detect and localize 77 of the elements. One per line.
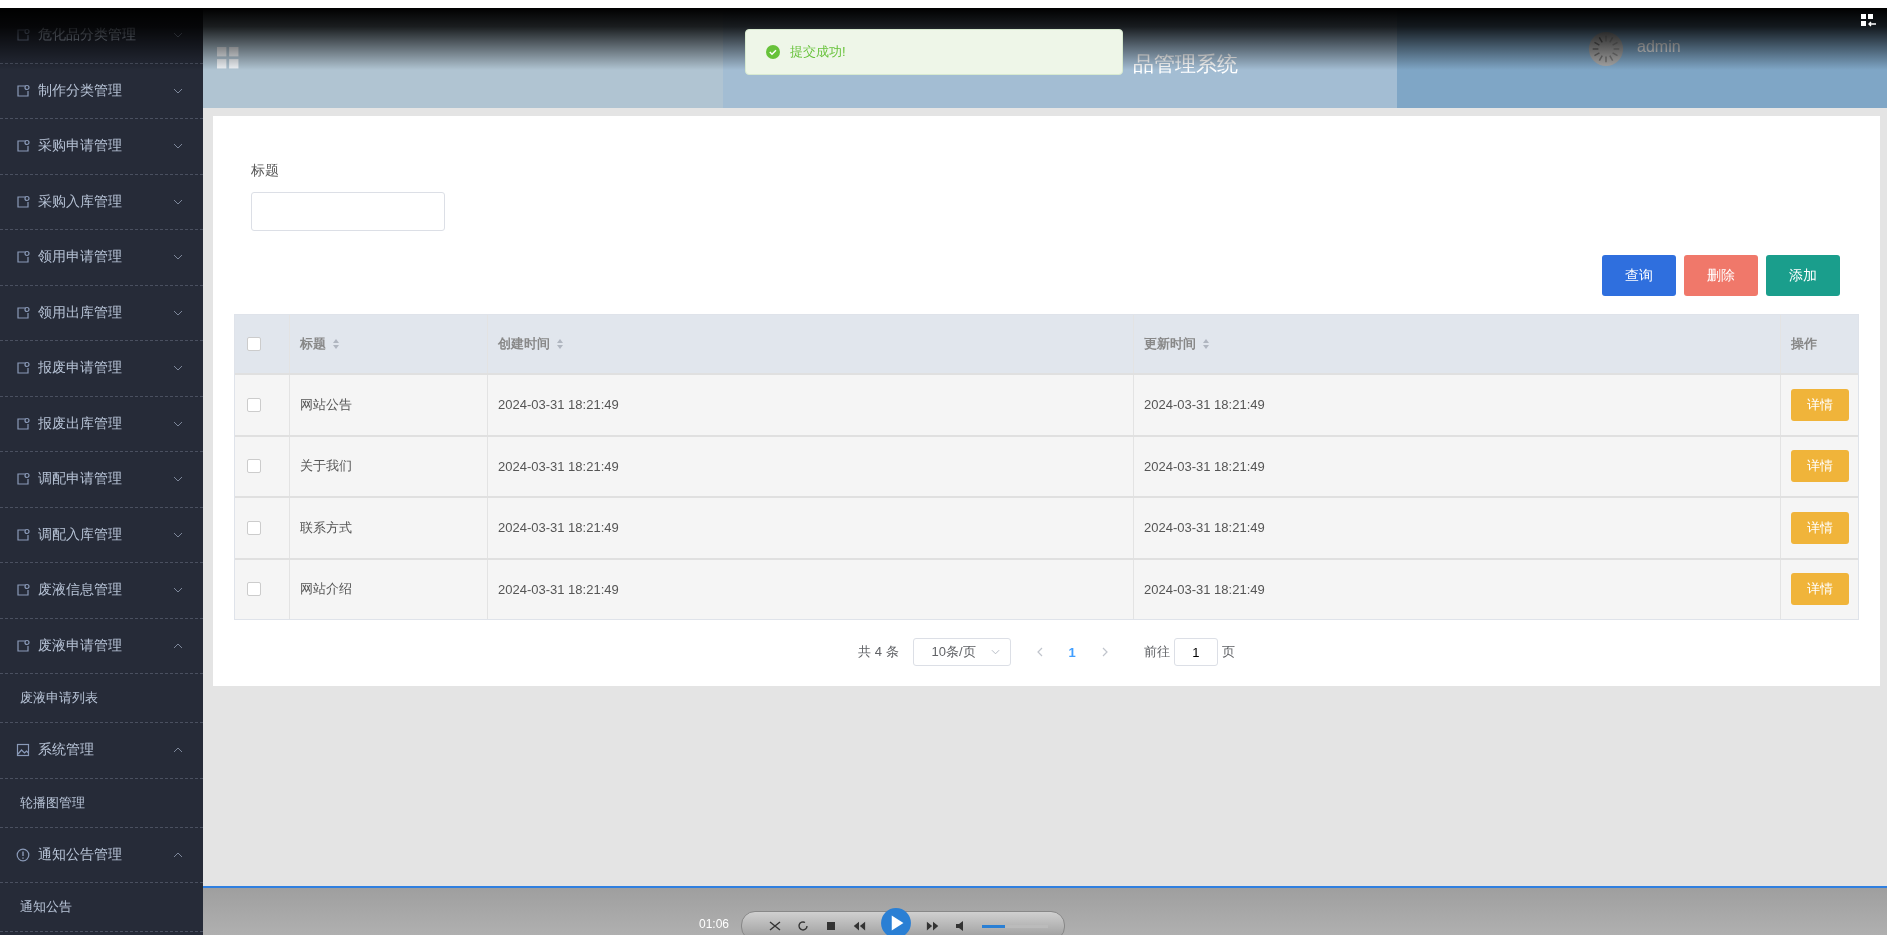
document-icon [16, 638, 30, 653]
table-cell: 2024-03-31 18:21:49 [1144, 581, 1265, 597]
document-icon [16, 139, 30, 154]
document-icon [16, 416, 30, 431]
info-icon [16, 847, 30, 862]
chevron-down-icon [990, 649, 1000, 655]
shuffle-icon[interactable] [768, 919, 783, 933]
loading-spinner-icon [1587, 30, 1625, 68]
table-cell: 2024-03-31 18:21:49 [1144, 458, 1265, 474]
document-icon [16, 361, 30, 376]
title-input-field[interactable] [251, 192, 445, 231]
menu-item[interactable]: 报废出库管理 [0, 396, 203, 452]
menu-item[interactable]: 报废申请管理 [0, 341, 203, 397]
menu-item[interactable]: 调配申请管理 [0, 452, 203, 508]
check-circle-icon [766, 45, 780, 59]
submenu-item[interactable]: 轮播图管理 [0, 778, 203, 828]
sort-icon[interactable] [1202, 338, 1210, 350]
table-cell: 联系方式 [300, 518, 352, 537]
grid-icon[interactable] [217, 47, 239, 69]
toast-message: 提交成功! [790, 43, 846, 61]
sort-icon[interactable] [332, 338, 340, 350]
page-size-select[interactable]: 10条/页 [912, 638, 1011, 666]
field-label: 标题 [251, 162, 280, 180]
table-cell: 2024-03-31 18:21:49 [1144, 397, 1265, 413]
document-icon [16, 83, 30, 98]
menu-item[interactable]: 通知公告管理 [0, 827, 203, 883]
exit-fullscreen-icon[interactable] [1861, 14, 1877, 28]
select-all-checkbox[interactable] [247, 337, 261, 351]
document-icon [16, 194, 30, 209]
search-button[interactable]: 查询 [1602, 255, 1676, 296]
table-cell: 网站介绍 [300, 580, 352, 599]
table-cell: 2024-03-31 18:21:49 [498, 458, 619, 474]
row-checkbox[interactable] [247, 397, 261, 412]
goto-label: 前往 [1143, 643, 1170, 661]
document-icon [16, 527, 30, 542]
document-icon [16, 28, 30, 43]
volume-slider[interactable] [982, 924, 1049, 928]
document-icon [16, 250, 30, 265]
app-title: 品管理系统 [1132, 51, 1238, 77]
table-cell: 2024-03-31 18:21:49 [498, 520, 619, 536]
column-header: 更新时间 [1144, 335, 1196, 353]
fast-forward-icon[interactable] [926, 919, 941, 933]
submenu-item[interactable]: 废液申请列表 [0, 674, 203, 723]
column-header: 标题 [300, 335, 326, 353]
table-cell: 关于我们 [300, 457, 352, 476]
next-page-icon[interactable] [1101, 647, 1108, 657]
column-header: 创建时间 [498, 335, 550, 353]
menu-item[interactable]: 废液申请管理 [0, 618, 203, 674]
previous-page-icon[interactable] [1036, 647, 1043, 657]
submenu-item[interactable]: 通知公告 [0, 883, 203, 932]
menu-item[interactable]: 领用申请管理 [0, 230, 203, 286]
menu-item[interactable]: 采购入库管理 [0, 174, 203, 230]
column-header: 操作 [1791, 335, 1817, 353]
row-checkbox[interactable] [247, 459, 261, 474]
total-count: 共 4 条 [858, 643, 899, 661]
table-cell: 2024-03-31 18:21:49 [498, 397, 619, 413]
document-icon [16, 583, 30, 598]
table-cell: 2024-03-31 18:21:49 [1144, 520, 1265, 536]
image-icon [16, 743, 30, 758]
page-input-field[interactable]: 1 [1173, 638, 1218, 666]
row-checkbox[interactable] [247, 582, 261, 597]
play-icon[interactable] [880, 907, 913, 935]
table-cell: 2024-03-31 18:21:49 [498, 581, 619, 597]
playback-time: 01:06 [699, 917, 730, 931]
row-checkbox[interactable] [247, 520, 261, 535]
menu-item[interactable]: 调配入库管理 [0, 507, 203, 563]
repeat-icon[interactable] [796, 919, 811, 933]
document-icon [16, 305, 30, 320]
menu-item[interactable]: 采购申请管理 [0, 119, 203, 175]
rewind-icon[interactable] [852, 919, 867, 933]
sort-icon[interactable] [556, 338, 564, 350]
page-unit: 页 [1221, 643, 1235, 661]
document-icon [16, 472, 30, 487]
menu-item[interactable]: 领用出库管理 [0, 285, 203, 341]
table-cell: 网站公告 [300, 395, 352, 414]
menu-item[interactable]: 废液信息管理 [0, 563, 203, 619]
menu-item[interactable]: 系统管理 [0, 723, 203, 779]
